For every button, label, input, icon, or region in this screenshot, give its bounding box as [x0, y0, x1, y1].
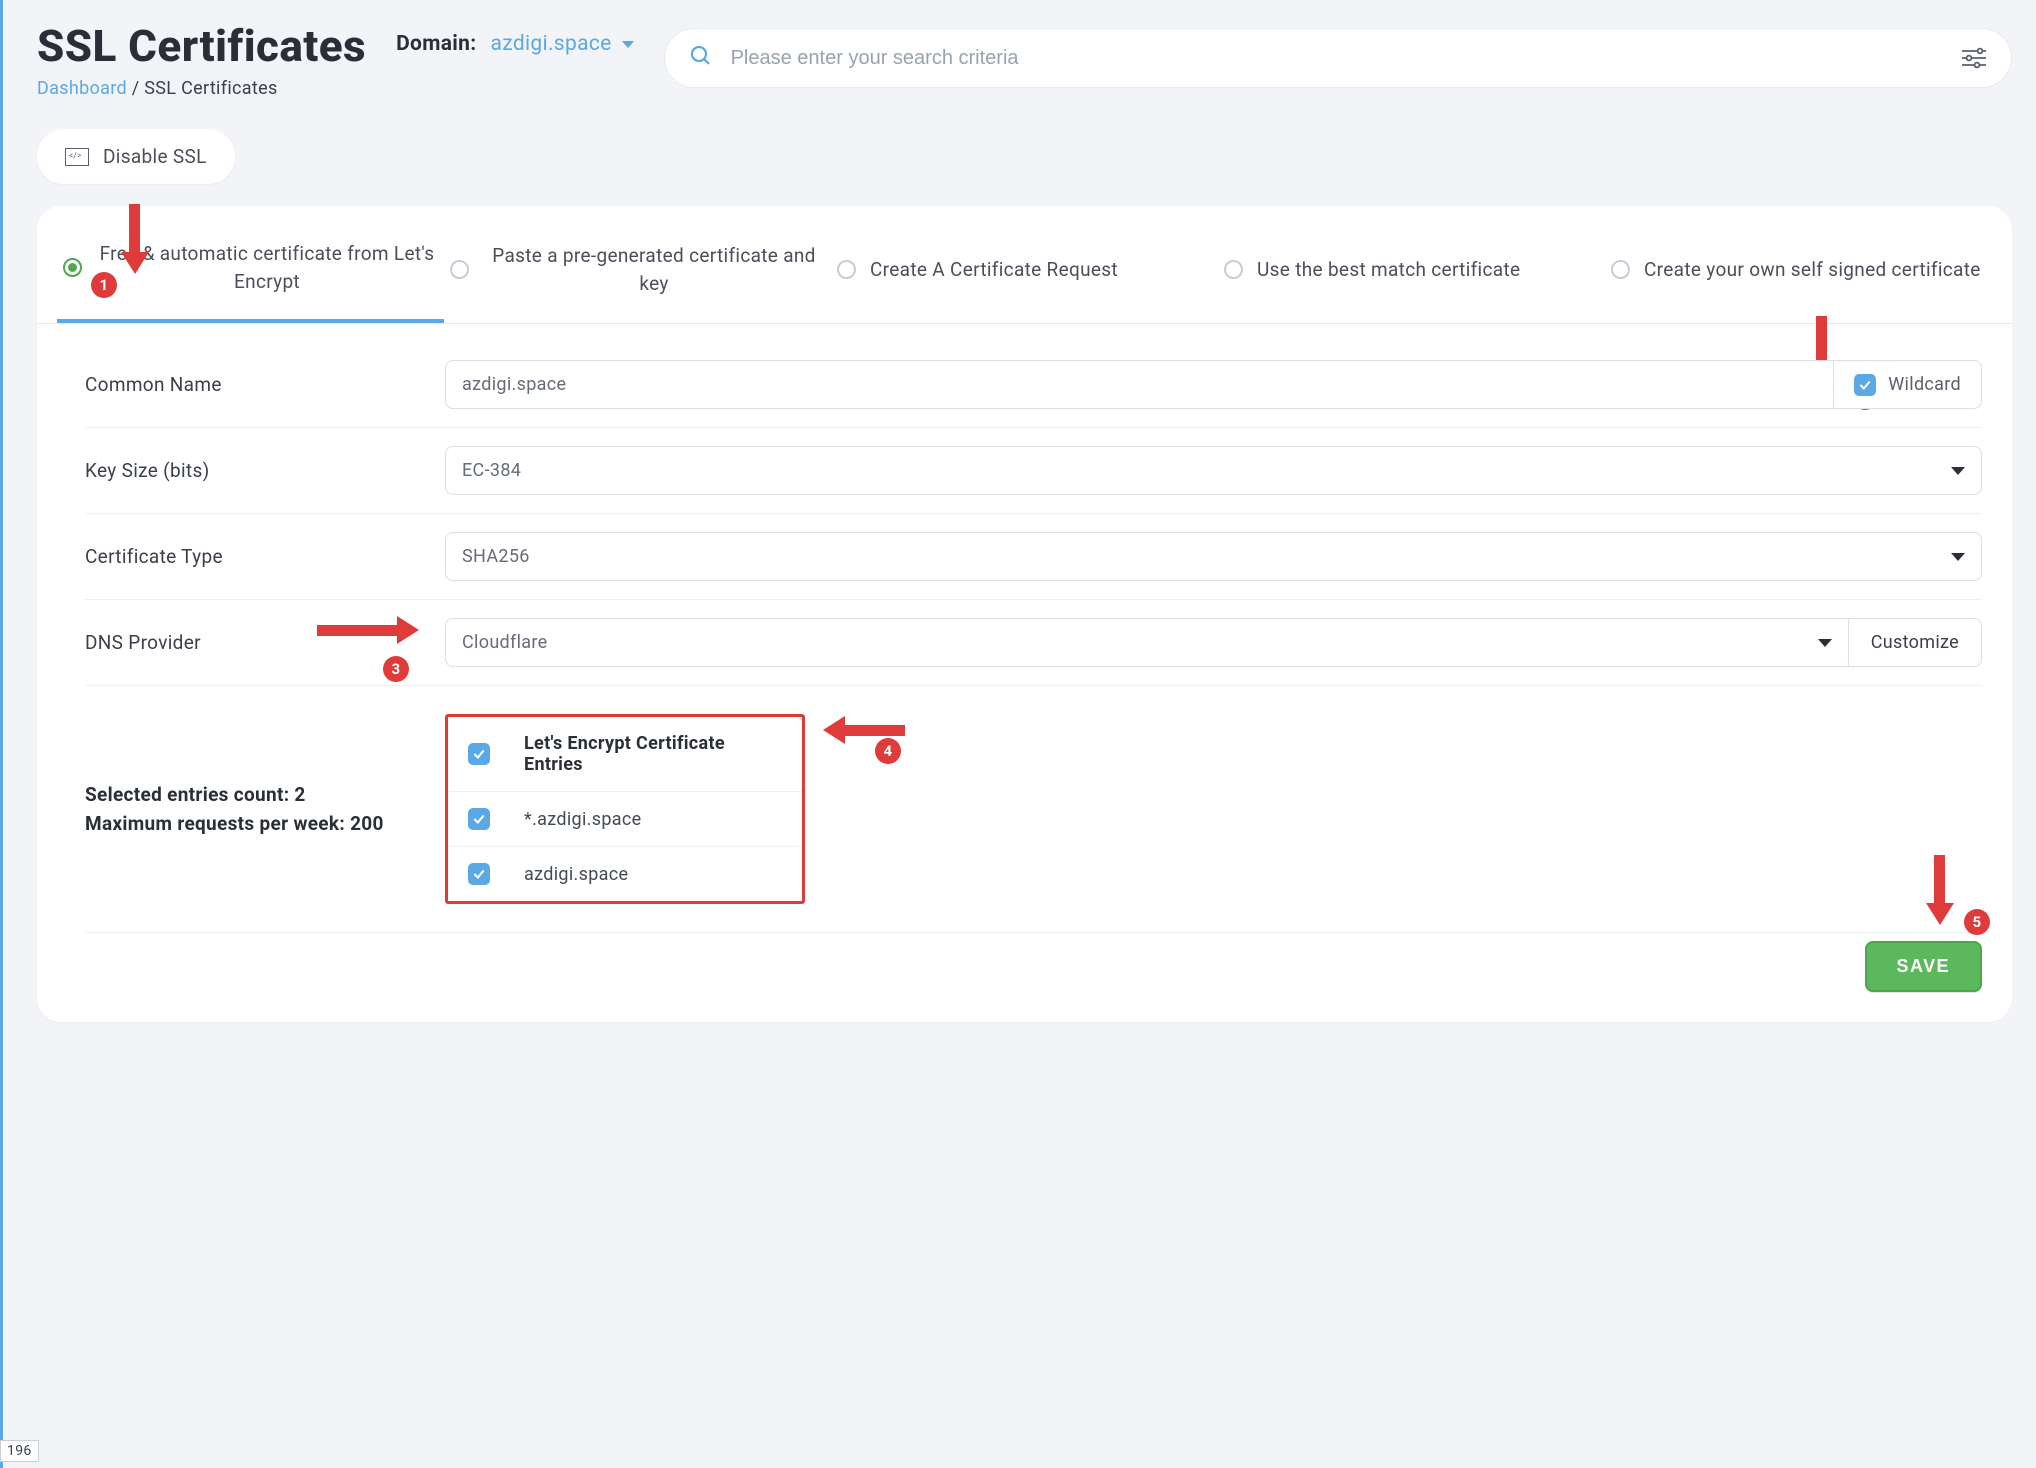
entries-table: Let's Encrypt Certificate Entries *.azdi… — [445, 714, 805, 904]
chevron-down-icon — [622, 41, 634, 48]
annotation-badge-3: 3 — [383, 656, 409, 682]
search-icon — [689, 44, 713, 72]
caret-down-icon — [1951, 553, 1965, 561]
corner-tag: 196 — [0, 1440, 39, 1462]
radio-icon — [1611, 260, 1630, 279]
save-button[interactable]: SAVE — [1865, 941, 1982, 992]
breadcrumb: Dashboard / SSL Certificates — [37, 78, 366, 99]
breadcrumb-current: SSL Certificates — [144, 78, 277, 99]
checkbox-checked-icon[interactable] — [468, 863, 490, 885]
radio-icon — [1224, 260, 1243, 279]
tab-paste-cert[interactable]: Paste a pre-generated certificate and ke… — [444, 240, 831, 323]
filter-icon[interactable] — [1961, 47, 1987, 69]
code-icon — [65, 148, 89, 166]
key-size-label: Key Size (bits) — [85, 459, 425, 482]
key-size-select[interactable]: EC-384 — [445, 446, 1982, 495]
ssl-type-tabs: Free & automatic certificate from Let's … — [37, 206, 2012, 324]
search-bar[interactable] — [664, 28, 2012, 88]
entries-summary: Selected entries count: 2 Maximum reques… — [85, 780, 425, 839]
radio-icon — [63, 258, 82, 277]
caret-down-icon — [1818, 639, 1832, 647]
checkbox-checked-icon[interactable] — [468, 743, 490, 765]
cert-type-select[interactable]: SHA256 — [445, 532, 1982, 581]
caret-down-icon — [1951, 467, 1965, 475]
page-title: SSL Certificates — [37, 20, 366, 72]
entry-row[interactable]: azdigi.space — [448, 847, 802, 901]
dns-provider-select[interactable]: Cloudflare — [445, 618, 1849, 667]
radio-icon — [837, 260, 856, 279]
entries-header-row[interactable]: Let's Encrypt Certificate Entries — [448, 717, 802, 792]
entry-row[interactable]: *.azdigi.space — [448, 792, 802, 847]
disable-ssl-button[interactable]: Disable SSL — [37, 129, 235, 184]
common-name-label: Common Name — [85, 373, 425, 396]
tab-create-csr[interactable]: Create A Certificate Request — [831, 240, 1218, 323]
search-input[interactable] — [713, 47, 1961, 70]
tab-best-match[interactable]: Use the best match certificate — [1218, 240, 1605, 323]
domain-dropdown[interactable]: azdigi.space — [491, 32, 634, 56]
tab-lets-encrypt[interactable]: Free & automatic certificate from Let's … — [57, 240, 444, 323]
radio-icon — [450, 260, 469, 279]
ssl-form-card: Free & automatic certificate from Let's … — [37, 206, 2012, 1022]
checkbox-checked-icon — [1854, 374, 1876, 396]
common-name-input[interactable]: azdigi.space — [445, 360, 1834, 409]
customize-button[interactable]: Customize — [1849, 618, 1982, 667]
cert-type-label: Certificate Type — [85, 545, 425, 568]
domain-label: Domain: — [396, 32, 476, 56]
checkbox-checked-icon[interactable] — [468, 808, 490, 830]
wildcard-toggle[interactable]: Wildcard — [1834, 360, 1982, 409]
dns-provider-label: DNS Provider — [85, 631, 425, 654]
tab-self-signed[interactable]: Create your own self signed certificate — [1605, 240, 1992, 323]
breadcrumb-dashboard-link[interactable]: Dashboard — [37, 78, 127, 99]
